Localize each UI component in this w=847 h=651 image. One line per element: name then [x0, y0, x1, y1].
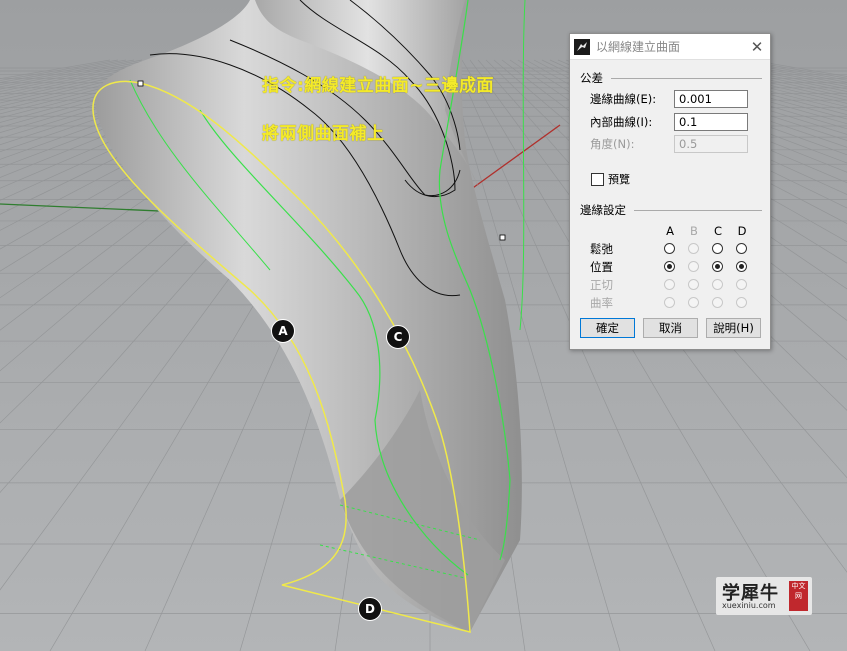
- angle-label: 角度(N):: [590, 137, 635, 151]
- position-label: 位置: [590, 260, 613, 274]
- curvature-label: 曲率: [590, 296, 613, 310]
- radio-a-loose[interactable]: [664, 243, 675, 254]
- tolerance-group-header: 公差: [580, 70, 762, 86]
- dialog-title: 以網線建立曲面: [596, 40, 681, 54]
- radio-a-curvature: [664, 297, 675, 308]
- tolerance-heading: 公差: [580, 71, 603, 85]
- loose-label: 鬆弛: [590, 242, 613, 256]
- preview-option[interactable]: 預覽: [591, 171, 630, 187]
- marker-a: A: [271, 319, 295, 343]
- radio-c-tangency: [712, 279, 723, 290]
- column-a-header: A: [666, 224, 674, 238]
- column-b-header: B: [690, 224, 698, 238]
- ok-button[interactable]: 確定: [580, 318, 635, 338]
- interior-curves-row: 內部曲線(I): 0.1: [590, 113, 752, 131]
- interior-curves-input[interactable]: 0.1: [674, 113, 748, 131]
- radio-d-position[interactable]: [736, 261, 747, 272]
- radio-a-position[interactable]: [664, 261, 675, 272]
- divider: [611, 77, 762, 79]
- radio-d-loose[interactable]: [736, 243, 747, 254]
- dialog-titlebar[interactable]: 以網線建立曲面 ✕: [570, 34, 770, 60]
- edge-curves-input[interactable]: 0.001: [674, 90, 748, 108]
- radio-b-loose: [688, 243, 699, 254]
- radio-d-curvature: [736, 297, 747, 308]
- preview-label: 預覽: [608, 173, 630, 186]
- edge-settings-group-header: 邊緣設定: [580, 202, 762, 218]
- watermark-seal: 中文网: [789, 581, 808, 611]
- divider: [634, 209, 762, 211]
- network-surface-dialog: 以網線建立曲面 ✕ 公差 邊緣曲線(E): 0.001 內部曲線(I): 0.1…: [569, 33, 771, 350]
- interior-curves-label: 內部曲線(I):: [590, 115, 653, 129]
- tangency-label: 正切: [590, 278, 613, 292]
- angle-input: 0.5: [674, 135, 748, 153]
- control-point[interactable]: [137, 80, 144, 87]
- radio-a-tangency: [664, 279, 675, 290]
- radio-b-position: [688, 261, 699, 272]
- help-button[interactable]: 說明(H): [706, 318, 761, 338]
- radio-b-tangency: [688, 279, 699, 290]
- radio-b-curvature: [688, 297, 699, 308]
- marker-d: D: [358, 597, 382, 621]
- radio-c-curvature: [712, 297, 723, 308]
- column-d-header: D: [737, 224, 747, 238]
- edge-curves-label: 邊緣曲線(E):: [590, 92, 657, 106]
- column-c-header: C: [713, 224, 723, 238]
- close-icon[interactable]: ✕: [744, 35, 770, 59]
- edge-settings-heading: 邊緣設定: [580, 203, 626, 217]
- preview-checkbox[interactable]: [591, 172, 604, 186]
- edge-curves-row: 邊緣曲線(E): 0.001: [590, 90, 752, 108]
- watermark: 学犀牛 xuexiniu.com 中文网: [716, 577, 812, 615]
- control-point[interactable]: [499, 234, 506, 241]
- angle-row: 角度(N): 0.5: [590, 135, 752, 153]
- radio-c-position[interactable]: [712, 261, 723, 272]
- instruction-annotation: 將兩側曲面補上: [262, 124, 385, 144]
- command-annotation: 指令:網線建立曲面~三邊成面: [262, 76, 495, 96]
- marker-c: C: [386, 325, 410, 349]
- cancel-button[interactable]: 取消: [643, 318, 698, 338]
- radio-c-loose[interactable]: [712, 243, 723, 254]
- watermark-url: xuexiniu.com: [722, 601, 776, 610]
- rhino-app-icon: [574, 38, 590, 55]
- radio-d-tangency: [736, 279, 747, 290]
